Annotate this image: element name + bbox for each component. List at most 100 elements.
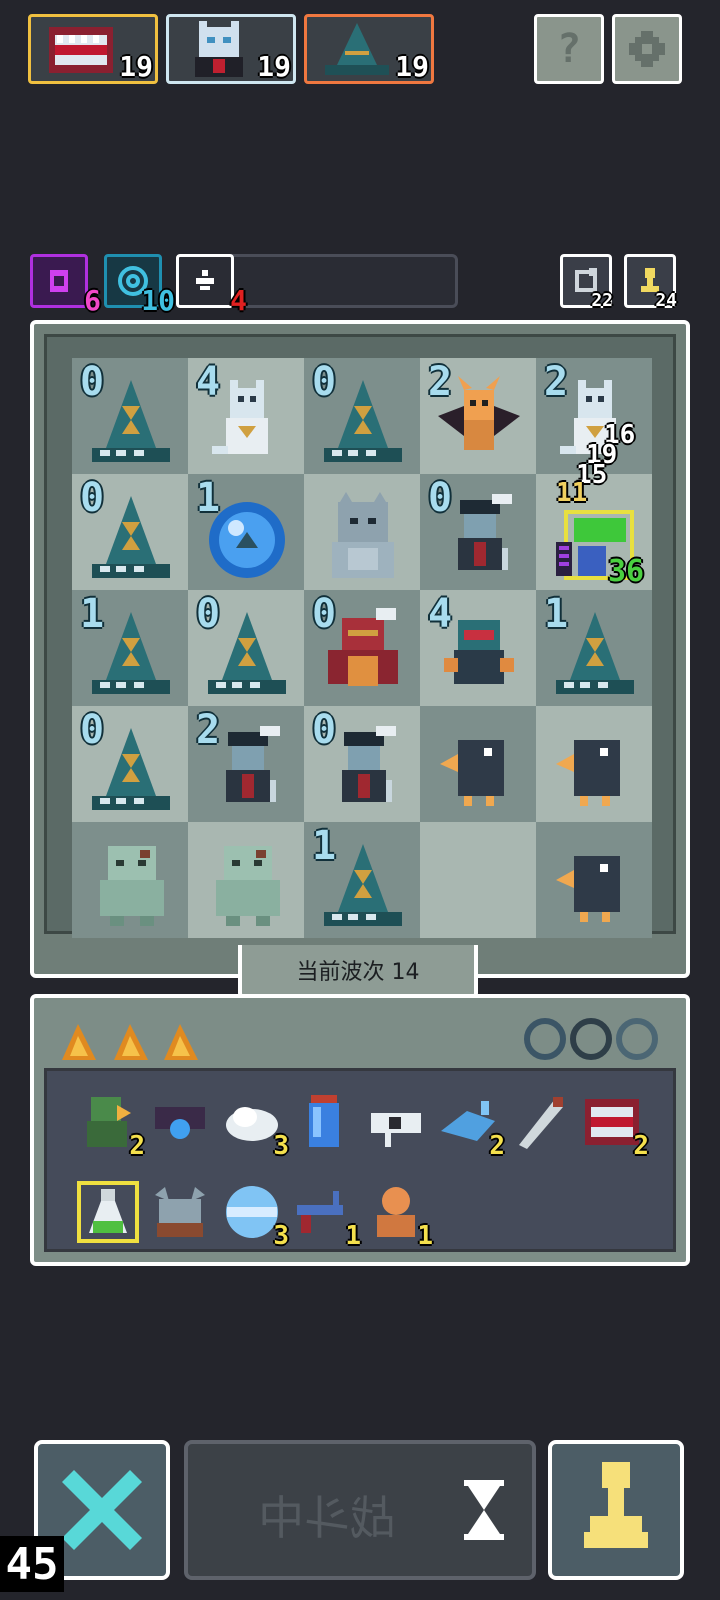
unit-cooldown: 0 xyxy=(312,591,337,637)
board-grid: 0 4 0 2 2 0 1 0 1 0 0 4 1 0 2 0 1 xyxy=(72,358,652,938)
unit-cooldown: 4 xyxy=(428,591,453,637)
item-count: 2 xyxy=(129,1131,145,1161)
wizard-hat-icon xyxy=(325,23,389,75)
board-cell[interactable] xyxy=(420,706,536,822)
hero-level: 19 xyxy=(395,50,429,83)
board-cell[interactable]: 0 xyxy=(304,358,420,474)
board-cell[interactable]: 0 xyxy=(304,590,420,706)
board-cell[interactable]: 4 xyxy=(420,590,536,706)
blue-potion-icon xyxy=(309,1095,339,1147)
inventory-item[interactable] xyxy=(149,1091,211,1153)
unit-cooldown: 0 xyxy=(196,591,221,637)
hourglass-icon xyxy=(464,1480,504,1540)
wave-indicator: 当前波次 14 xyxy=(238,945,478,999)
white-cat-vampire-icon xyxy=(195,21,243,77)
refresh-count: 22 xyxy=(591,290,613,311)
help-button[interactable]: ? xyxy=(534,14,604,84)
resource-count: 10 xyxy=(141,284,175,317)
board-cell[interactable]: 2 xyxy=(420,358,536,474)
unit-cooldown: 1 xyxy=(196,475,221,521)
board-cell[interactable]: 2 xyxy=(188,706,304,822)
battle-button[interactable]: 战斗中 xyxy=(184,1440,536,1580)
mimic-chest-icon xyxy=(49,27,113,73)
resource-cyan[interactable]: 10 xyxy=(104,254,175,317)
item-count: 1 xyxy=(345,1221,361,1251)
board-cell[interactable] xyxy=(304,474,420,590)
inventory-item[interactable]: 3 xyxy=(221,1181,289,1251)
resource-count: 4 xyxy=(230,284,247,317)
pawn-counter[interactable]: 24 xyxy=(624,254,677,311)
board-cell[interactable] xyxy=(536,706,652,822)
turn-timer: 45 xyxy=(0,1536,64,1592)
purple-gem-icon xyxy=(50,270,68,292)
item-count: 1 xyxy=(417,1221,433,1251)
unit-cooldown: 4 xyxy=(196,359,221,405)
item-count: 2 xyxy=(489,1131,505,1161)
unit-cooldown: 1 xyxy=(312,823,337,869)
eye-glyph-icon xyxy=(371,1113,421,1147)
board-cell[interactable]: 1 xyxy=(188,474,304,590)
board-cell[interactable] xyxy=(72,822,188,938)
board-cell[interactable]: 0 xyxy=(188,590,304,706)
damage-popup: 11 xyxy=(556,478,588,508)
inventory-item[interactable] xyxy=(77,1181,139,1243)
settings-button[interactable] xyxy=(612,14,682,84)
inventory-item[interactable]: 1 xyxy=(365,1181,433,1251)
item-count: 3 xyxy=(273,1131,289,1161)
board-cell[interactable]: 1 xyxy=(304,822,420,938)
resource-purple[interactable]: 6 xyxy=(30,254,101,317)
inventory-item[interactable]: 1 xyxy=(293,1181,361,1251)
hero-level: 19 xyxy=(119,50,153,83)
unit-button[interactable] xyxy=(548,1440,684,1580)
black-bird-icon xyxy=(556,856,620,922)
inventory-item[interactable] xyxy=(509,1091,571,1153)
board-cell[interactable]: 4 xyxy=(188,358,304,474)
battle-label: 战斗中 xyxy=(258,1491,396,1545)
blue-amulet-icon xyxy=(155,1107,205,1139)
black-bird-icon xyxy=(556,740,620,806)
inventory-item[interactable]: 2 xyxy=(581,1091,649,1161)
inventory-item[interactable] xyxy=(365,1091,427,1153)
board-cell[interactable]: 1 xyxy=(72,590,188,706)
ring-icon[interactable] xyxy=(616,1018,658,1060)
grey-yeti-icon xyxy=(332,492,394,578)
board-cell[interactable]: 0 xyxy=(72,358,188,474)
orange-shard-icon[interactable] xyxy=(158,1020,202,1064)
help-label: ? xyxy=(556,26,582,72)
pawn-count: 24 xyxy=(655,290,677,311)
zombie-icon xyxy=(216,846,280,926)
board-cell[interactable]: 0 xyxy=(420,474,536,590)
unit-cooldown: 0 xyxy=(80,359,105,405)
inventory-item[interactable]: 3 xyxy=(221,1091,289,1161)
board-cell[interactable]: 0 xyxy=(72,474,188,590)
inventory-panel: 2 3 2 2 3 1 1 xyxy=(30,994,690,1266)
board-cell[interactable]: 1 xyxy=(536,590,652,706)
unit-cooldown: 0 xyxy=(312,707,337,753)
board-cell[interactable]: 0 xyxy=(304,706,420,822)
ring-icon[interactable] xyxy=(524,1018,566,1060)
board-cell[interactable] xyxy=(188,822,304,938)
board-cell[interactable]: 0 xyxy=(72,706,188,822)
resource-spark[interactable]: 4 xyxy=(176,254,247,317)
hero-portrait-2[interactable]: 19 xyxy=(166,14,296,84)
resource-count: 6 xyxy=(84,284,101,317)
board-cell[interactable] xyxy=(420,822,536,938)
refresh-counter[interactable]: 22 xyxy=(560,254,613,311)
inventory-item[interactable]: 2 xyxy=(437,1091,505,1161)
orange-shard-icon[interactable] xyxy=(108,1020,152,1064)
unit-cooldown: 2 xyxy=(428,359,453,405)
ring-icon[interactable] xyxy=(570,1018,612,1060)
pawn-icon xyxy=(584,1462,648,1548)
white-spark-icon xyxy=(196,270,214,290)
board-cell[interactable] xyxy=(536,822,652,938)
inventory-item[interactable] xyxy=(293,1091,355,1153)
unit-cooldown: 2 xyxy=(196,707,221,753)
grey-horned-icon xyxy=(155,1187,205,1237)
inventory-item[interactable]: 2 xyxy=(77,1091,145,1161)
hero-portrait-1[interactable]: 19 xyxy=(28,14,158,84)
unit-cooldown: 2 xyxy=(544,359,569,405)
hero-level-badge: 36 xyxy=(608,554,645,589)
orange-shard-icon[interactable] xyxy=(56,1020,100,1064)
hero-portrait-3[interactable]: 19 xyxy=(304,14,434,84)
inventory-item[interactable] xyxy=(149,1181,211,1243)
